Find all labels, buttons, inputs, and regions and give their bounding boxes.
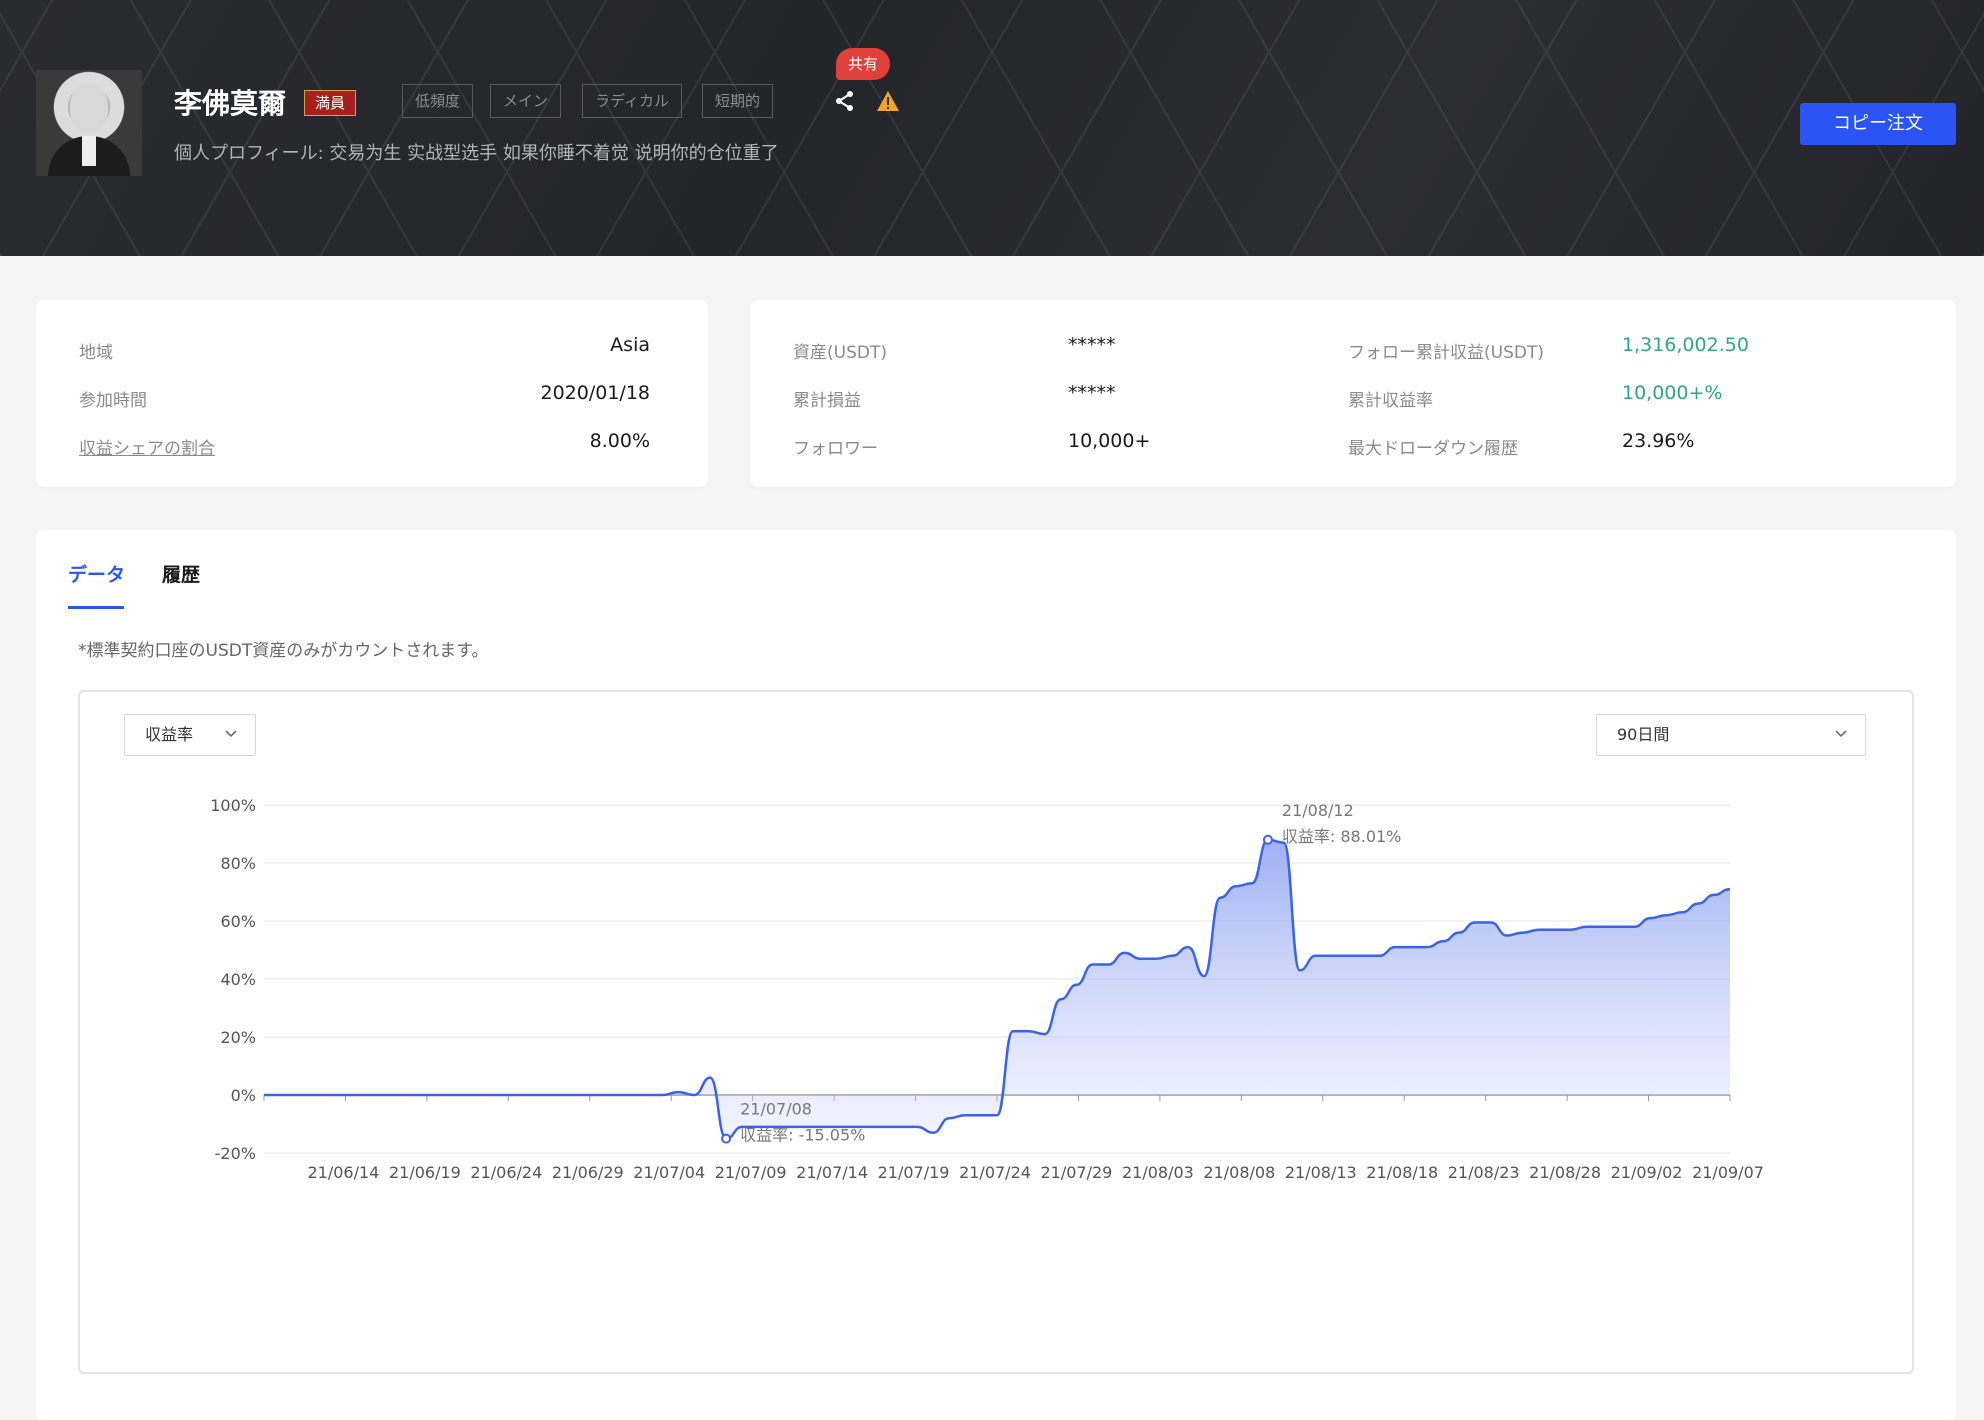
avatar [36,70,142,176]
region-value: Asia [610,334,650,356]
max-drawdown-value: 23.96% [1622,430,1695,452]
x-tick-label: 21/06/24 [470,1163,542,1182]
follow-profit-value: 1,316,002.50 [1622,334,1749,356]
y-tick-label: 0% [231,1086,256,1105]
x-tick-label: 21/08/13 [1285,1163,1357,1182]
share-icon[interactable] [834,90,856,112]
annotation-value: 収益率: 88.01% [1282,827,1402,846]
x-tick-label: 21/07/04 [633,1163,705,1182]
annotation-date: 21/07/08 [740,1100,812,1119]
x-tick-label: 21/08/03 [1122,1163,1194,1182]
tag-short-term: 短期的 [702,84,774,118]
stats-card: 資産(USDT) ***** 累計損益 ***** フォロワー 10,000+ … [750,300,1956,487]
y-tick-label: 20% [220,1028,256,1047]
x-tick-label: 21/09/02 [1611,1163,1683,1182]
y-tick-label: 80% [220,854,256,873]
profile-header: 李佛莫爾 満員 低頻度 メイン ラディカル 短期的 個人プロフィール: 交易为生… [0,0,1984,256]
profit-share-value: 8.00% [589,430,650,452]
annotation-point [1262,834,1273,845]
tab-data[interactable]: データ [68,560,125,587]
usdt-note: *標準契約口座のUSDT資産のみがカウントされます。 [78,641,489,661]
annotation-value: 収益率: -15.05% [740,1126,865,1145]
chart-container: 収益率 90日間 100% 80% 60% 40% 20% 0% -20% 21/06/14 2… [78,690,1914,1374]
profile-info-card: 地域 Asia 参加時間 2020/01/18 収益シェアの割合 8.00% [36,300,708,487]
pnl-label: 累計損益 [793,391,861,411]
pnl-value: ***** [1068,382,1116,404]
profit-share-link[interactable]: 収益シェアの割合 [79,434,215,459]
y-tick-label: -20% [215,1144,256,1163]
assets-value: ***** [1068,334,1116,356]
x-tick-label: 21/06/19 [389,1163,461,1182]
followers-value: 10,000+ [1068,430,1151,452]
x-tick-label: 21/08/08 [1203,1163,1275,1182]
x-tick-label: 21/07/24 [959,1163,1031,1182]
total-return-label: 累計収益率 [1348,391,1433,411]
x-tick-label: 21/08/23 [1448,1163,1520,1182]
join-time-value: 2020/01/18 [540,382,650,404]
x-tick-label: 21/07/29 [1041,1163,1113,1182]
x-tick-label: 21/06/29 [552,1163,624,1182]
tab-history[interactable]: 履歴 [162,560,200,587]
x-tick-label: 21/08/28 [1529,1163,1601,1182]
trader-name: 李佛莫爾 [174,87,287,120]
tab-active-indicator [68,606,124,609]
tag-main: メイン [490,84,562,118]
data-panel: データ 履歴 *標準契約口座のUSDT資産のみがカウントされます。 収益率 90… [36,530,1956,1420]
annotation-date: 21/08/12 [1282,801,1354,820]
return-rate-chart[interactable]: 100% 80% 60% 40% 20% 0% -20% 21/06/14 21/06/19 21… [80,692,1912,1372]
x-tick-label: 21/07/14 [796,1163,868,1182]
x-tick-label: 21/09/07 [1692,1163,1764,1182]
header-pattern [0,0,1984,256]
x-tick-label: 21/06/14 [308,1163,380,1182]
share-tooltip: 共有 [836,48,891,80]
copy-order-button[interactable]: コピー注文 [1800,103,1956,145]
profile-bio: 個人プロフィール: 交易为生 实战型选手 如果你睡不着觉 说明你的仓位重了 [174,143,779,164]
x-tick-label: 21/08/18 [1366,1163,1438,1182]
member-badge: 満員 [304,90,357,116]
x-tick-label: 21/07/09 [715,1163,787,1182]
x-tick-label: 21/07/19 [878,1163,950,1182]
warning-icon[interactable] [876,90,900,112]
total-return-value: 10,000+% [1622,382,1723,404]
max-drawdown-label: 最大ドローダウン履歴 [1348,439,1518,459]
follow-profit-label: フォロー累計収益(USDT) [1348,343,1544,363]
followers-label: フォロワー [793,439,878,459]
join-time-label: 参加時間 [79,391,147,411]
region-label: 地域 [79,343,113,363]
y-tick-label: 60% [220,912,256,931]
tag-radical: ラディカル [582,84,682,118]
y-tick-label: 40% [220,970,256,989]
annotation-point [721,1133,732,1144]
assets-label: 資産(USDT) [793,343,887,363]
y-tick-label: 100% [210,796,256,815]
tag-low-frequency: 低頻度 [402,84,474,118]
